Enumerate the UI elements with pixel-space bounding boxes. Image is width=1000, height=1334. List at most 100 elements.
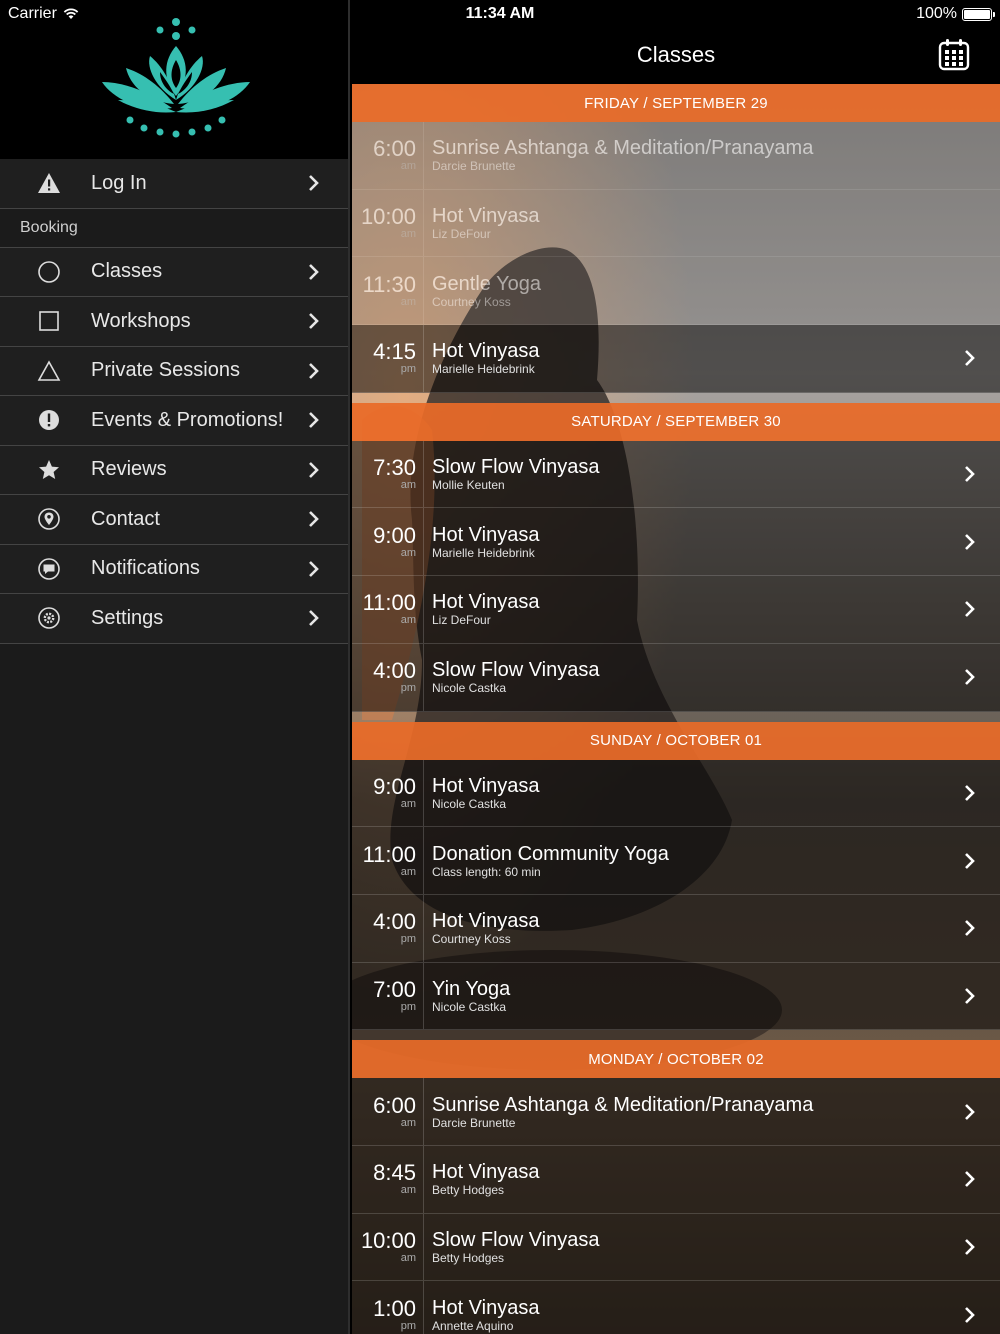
star-icon <box>29 457 69 483</box>
status-time: 11:34 AM <box>465 5 535 22</box>
class-instructor: Darcie Brunette <box>432 1115 516 1130</box>
class-time: 11:00 am <box>352 827 424 894</box>
class-name: Slow Flow Vinyasa <box>432 659 600 682</box>
chevron-right-icon <box>958 987 982 1005</box>
day-header: SATURDAY / SEPTEMBER 30 <box>352 402 1000 441</box>
class-row[interactable]: 9:00 am Hot Vinyasa Nicole Castka <box>352 759 1000 828</box>
class-name: Hot Vinyasa <box>432 774 540 797</box>
class-time: 11:00 am <box>352 576 424 643</box>
class-row[interactable]: 6:00 am Sunrise Ashtanga & Meditation/Pra… <box>352 1078 1000 1146</box>
sidebar-item-events-promotions[interactable]: Events & Promotions! <box>0 396 348 446</box>
sidebar-item-label: Classes <box>91 260 163 283</box>
gear-icon <box>29 605 69 631</box>
class-row[interactable]: 1:00 pm Hot Vinyasa Annette Aquino <box>352 1281 1000 1334</box>
chevron-right-icon <box>958 1238 982 1256</box>
class-instructor: Nicole Castka <box>432 681 507 696</box>
chevron-right-icon <box>958 1103 982 1121</box>
class-name: Sunrise Ashtanga & Meditation/Pranayama <box>432 1093 814 1116</box>
class-row[interactable]: 10:00 am Hot Vinyasa Liz DeFour <box>352 189 1000 258</box>
sidebar-item-reviews[interactable]: Reviews <box>0 445 348 495</box>
class-row[interactable]: 7:30 am Slow Flow Vinyasa Mollie Keuten <box>352 440 1000 509</box>
sidebar-item-label: Settings <box>91 606 164 629</box>
class-time-value: 9:00 <box>373 522 416 548</box>
sidebar-item-private-sessions[interactable]: Private Sessions <box>0 346 348 396</box>
class-name: Hot Vinyasa <box>432 1161 540 1184</box>
class-time-period: am <box>400 1116 416 1129</box>
class-time-period: pm <box>400 682 416 695</box>
class-time-period: pm <box>400 363 416 376</box>
class-time-value: 11:00 <box>362 590 416 616</box>
class-row[interactable]: 11:30 am Gentle Yoga Courtney Koss <box>352 257 1000 326</box>
class-instructor: Marielle Heidebrink <box>432 362 535 377</box>
class-name: Gentle Yoga <box>432 272 541 295</box>
sidebar-item-contact[interactable]: Contact <box>0 495 348 545</box>
day-header: SUNDAY / OCTOBER 01 <box>352 721 1000 760</box>
class-time: 4:00 pm <box>352 643 424 711</box>
class-time-period: am <box>400 865 416 878</box>
class-instructor: Courtney Koss <box>432 932 511 947</box>
class-instructor: Betty Hodges <box>432 1250 505 1265</box>
class-time: 10:00 am <box>352 189 424 257</box>
sidebar-item-notifications[interactable]: Notifications <box>0 544 348 594</box>
class-time-value: 7:30 <box>373 455 416 481</box>
class-row[interactable]: 7:00 pm Yin Yoga Nicole Castka <box>352 962 1000 1031</box>
sidebar-item-log-in[interactable]: Log In <box>0 159 348 209</box>
class-time: 6:00 am <box>352 122 424 189</box>
class-row[interactable]: 11:00 am Hot Vinyasa Liz DeFour <box>352 576 1000 644</box>
class-time: 9:00 am <box>352 759 424 827</box>
class-time-value: 6:00 <box>373 136 416 162</box>
class-time-value: 7:00 <box>373 976 416 1002</box>
class-time-value: 11:00 <box>362 841 416 867</box>
sidebar-item-workshops[interactable]: Workshops <box>0 297 348 347</box>
class-schedule-list: FRIDAY / SEPTEMBER 29 6:00 am Sunrise Ash… <box>352 84 1000 1334</box>
sidebar-item-label: Workshops <box>91 309 191 332</box>
class-row[interactable]: 10:00 am Slow Flow Vinyasa Betty Hodges <box>352 1213 1000 1282</box>
sidebar-item-label: Reviews <box>91 458 167 481</box>
class-length: Class length: 60 min <box>432 864 541 879</box>
class-instructor: Darcie Brunette <box>432 159 516 174</box>
class-time-period: am <box>400 1251 416 1264</box>
class-time-value: 1:00 <box>373 1295 416 1321</box>
chevron-right-icon <box>958 852 982 870</box>
sidebar: Log In Booking Classes Workshops Private… <box>0 0 350 1334</box>
class-row[interactable]: 8:45 am Hot Vinyasa Betty Hodges <box>352 1145 1000 1214</box>
chevron-right-icon <box>958 349 982 367</box>
class-time: 1:00 pm <box>352 1281 424 1334</box>
chevron-right-icon <box>302 461 326 479</box>
class-time-period: pm <box>400 1319 416 1332</box>
calendar-icon[interactable] <box>938 38 970 71</box>
sidebar-item-classes[interactable]: Classes <box>0 247 348 297</box>
chevron-right-icon <box>302 263 326 281</box>
class-name: Slow Flow Vinyasa <box>432 456 600 479</box>
class-time: 6:00 am <box>352 1078 424 1145</box>
class-row[interactable]: 6:00 am Sunrise Ashtanga & Meditation/Pra… <box>352 122 1000 190</box>
class-time-period: am <box>400 614 416 627</box>
class-time-value: 10:00 <box>360 1227 416 1253</box>
chevron-right-icon <box>302 174 326 192</box>
class-time-period: am <box>400 546 416 559</box>
sidebar-item-settings[interactable]: Settings <box>0 594 348 644</box>
class-row[interactable]: 11:00 am Donation Community Yoga Class len… <box>352 827 1000 895</box>
class-row[interactable]: 9:00 am Hot Vinyasa Marielle Heidebrink <box>352 508 1000 577</box>
status-bar: Carrier 11:34 AM 100% <box>0 0 1000 28</box>
battery-indicator: 100% <box>916 5 995 23</box>
location-pin-icon <box>29 506 69 532</box>
class-time-value: 9:00 <box>373 773 416 799</box>
class-row[interactable]: 4:15 pm Hot Vinyasa Marielle Heidebrink <box>352 325 1000 393</box>
chevron-right-icon <box>958 600 982 618</box>
class-time-value: 4:00 <box>373 658 416 684</box>
class-name: Hot Vinyasa <box>432 523 540 546</box>
class-time-period: am <box>400 479 416 492</box>
class-name: Hot Vinyasa <box>432 340 540 363</box>
class-time-period: pm <box>400 1000 416 1013</box>
class-instructor: Annette Aquino <box>432 1318 514 1333</box>
class-row[interactable]: 4:00 pm Hot Vinyasa Courtney Koss <box>352 894 1000 963</box>
class-row[interactable]: 4:00 pm Slow Flow Vinyasa Nicole Castka <box>352 643 1000 712</box>
class-time-period: am <box>400 295 416 308</box>
day-header: MONDAY / OCTOBER 02 <box>352 1040 1000 1079</box>
chevron-right-icon <box>302 510 326 528</box>
chevron-right-icon <box>302 312 326 330</box>
class-instructor: Courtney Koss <box>432 294 511 309</box>
triangle-icon <box>29 358 69 384</box>
class-name: Sunrise Ashtanga & Meditation/Pranayama <box>432 137 814 160</box>
